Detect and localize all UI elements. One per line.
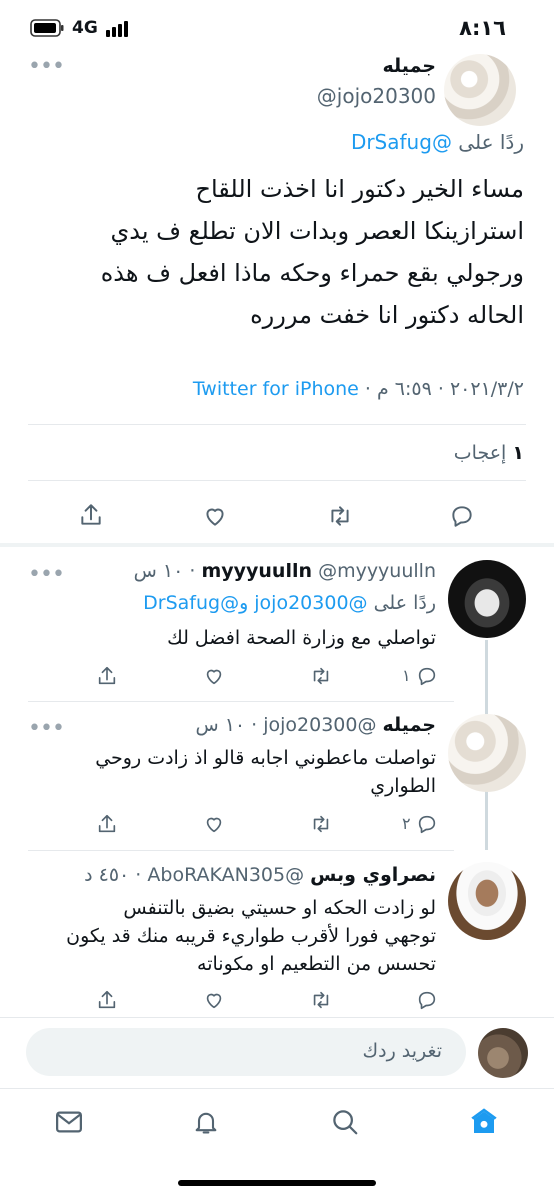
reply-line: تواصلي مع وزارة الصحة افضل لك	[167, 627, 436, 649]
divider	[28, 424, 526, 425]
tweet-body: مساء الخير دكتور انا اخذت اللقاح استرازي…	[24, 168, 524, 336]
tweet-meta: ٢٠٢١/٣/٢ · ٦:٥٩ م · Twitter for iPhone	[193, 378, 524, 400]
author-name[interactable]: جميله	[383, 55, 436, 77]
messages-icon[interactable]	[54, 1107, 84, 1137]
reply-prefix: ردًا على	[458, 130, 524, 154]
search-icon[interactable]	[330, 1107, 360, 1137]
tweet-line: استرازينكا العصر وبدات الان تطلع ف يدي	[110, 217, 524, 245]
reply-author-name[interactable]: نصراوي وبس	[310, 864, 436, 886]
like-icon[interactable]	[203, 813, 225, 835]
reply-line: تحسس من التطعيم او مكوناته	[197, 953, 436, 975]
avatar[interactable]	[448, 560, 526, 638]
retweet-icon[interactable]	[309, 665, 333, 687]
divider	[28, 701, 454, 702]
avatar[interactable]	[448, 862, 526, 940]
reply-prefix: ردًا على	[373, 592, 436, 614]
like-icon[interactable]	[203, 989, 225, 1011]
reply-line: الطواري	[370, 775, 436, 797]
reply-body: تواصلي مع وزارة الصحة افضل لك	[36, 624, 436, 652]
share-icon[interactable]	[96, 665, 118, 687]
author-handle[interactable]: @jojo20300	[317, 84, 436, 108]
section-divider	[0, 543, 554, 547]
reply-icon[interactable]	[416, 989, 438, 1011]
reply-header: جميله @jojo20300 · ١٠ س	[195, 714, 436, 736]
likes-label: إعجاب	[453, 442, 507, 464]
avatar[interactable]	[444, 54, 516, 126]
home-indicator	[178, 1180, 376, 1186]
more-options-icon[interactable]: •••	[28, 564, 65, 586]
avatar[interactable]	[448, 714, 526, 792]
reply-handle-time[interactable]: @jojo20300 · ١٠ س	[195, 714, 376, 736]
reply-input-placeholder: تغريد ردك	[362, 1040, 442, 1062]
reply-icon[interactable]	[449, 503, 475, 529]
more-options-icon[interactable]: •••	[28, 56, 65, 78]
share-icon[interactable]	[78, 502, 104, 528]
clock: ٨:١٦	[459, 16, 506, 40]
reply-line: توجهي فورا لأقرب طواريء قريبه منك قد يكو…	[66, 925, 436, 947]
reply-to-link[interactable]: @jojo20300 و@DrSafug	[143, 592, 367, 614]
tweet-source-link[interactable]: Twitter for iPhone	[193, 378, 359, 400]
tweet-line: ورجولي بقع حمراء وحكه ماذا افعل ف هذه	[100, 259, 524, 287]
share-icon[interactable]	[96, 989, 118, 1011]
tweet-line: مساء الخير دكتور انا اخذت اللقاح	[195, 175, 524, 203]
reply-icon[interactable]	[416, 813, 438, 835]
reply-handle-time[interactable]: @AboRAKAN305 · ٤٥٠ د	[84, 864, 304, 886]
like-icon[interactable]	[202, 503, 228, 529]
network-label: 4G	[72, 18, 98, 38]
reply-line: تواصلت ماعطوني اجابه قالو اذ زادت روحي	[95, 747, 436, 769]
retweet-icon[interactable]	[309, 813, 333, 835]
reply-author-name[interactable]: جميله	[383, 714, 436, 736]
reply-to-link[interactable]: @DrSafug	[351, 130, 452, 154]
notifications-icon[interactable]	[192, 1107, 220, 1137]
reply-header: myyyuulln @myyyuulln · ١٠ س	[134, 560, 436, 582]
battery-icon	[30, 19, 64, 37]
more-options-icon[interactable]: •••	[28, 718, 65, 740]
share-icon[interactable]	[96, 813, 118, 835]
avatar[interactable]	[478, 1028, 528, 1078]
tweet-line: الحاله دكتور انا خفت مررره	[250, 301, 524, 329]
reply-context: ردًا على @jojo20300 و@DrSafug	[143, 592, 436, 614]
likes-count: ١	[512, 442, 524, 464]
home-icon[interactable]	[468, 1105, 500, 1137]
reply-input[interactable]: تغريد ردك	[26, 1028, 466, 1076]
likes-count-row[interactable]: ١ إعجاب	[454, 442, 524, 464]
divider	[28, 480, 526, 481]
reply-count: ١	[402, 666, 411, 685]
reply-author-name[interactable]: myyyuulln	[201, 560, 312, 582]
tab-bar	[0, 1089, 554, 1199]
signal-icon	[106, 20, 130, 38]
composer: تغريد ردك	[0, 1018, 554, 1088]
reply-context: ردًا على @DrSafug	[351, 130, 524, 154]
reply-body: لو زادت الحكه او حسيتي بضيق بالتنفس توجه…	[16, 894, 436, 978]
reply-header: نصراوي وبس @AboRAKAN305 · ٤٥٠ د	[84, 864, 436, 886]
reply-line: لو زادت الحكه او حسيتي بضيق بالتنفس	[123, 897, 436, 919]
reply-icon[interactable]	[416, 665, 438, 687]
tweet-date-time: ٢٠٢١/٣/٢ · ٦:٥٩ م ·	[364, 378, 524, 400]
reply-body: تواصلت ماعطوني اجابه قالو اذ زادت روحي ا…	[16, 744, 436, 800]
like-icon[interactable]	[203, 665, 225, 687]
reply-count: ٢	[402, 814, 411, 833]
divider	[28, 850, 454, 851]
retweet-icon[interactable]	[309, 989, 333, 1011]
status-bar: 4G ٨:١٦	[0, 0, 554, 60]
retweet-icon[interactable]	[326, 503, 354, 529]
